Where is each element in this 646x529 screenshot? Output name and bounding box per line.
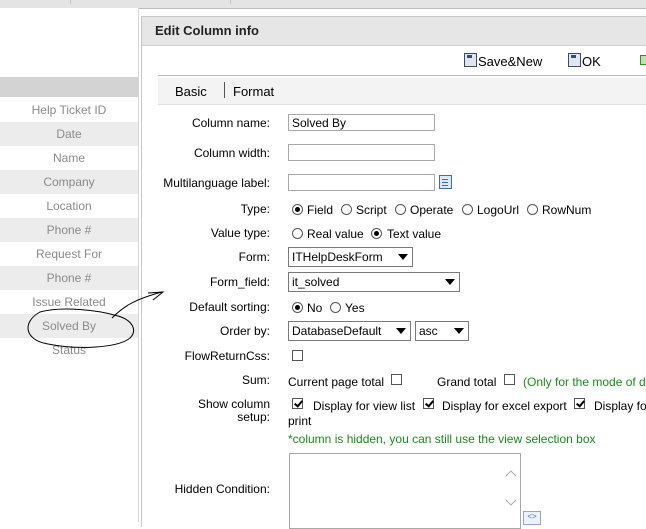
export-icon[interactable] [640,53,646,67]
form-field-select[interactable]: it_solved [288,272,460,292]
form-select[interactable]: ITHelpDeskForm [288,247,413,267]
chevron-down-icon [398,254,408,260]
grand-total-text: Grand total [437,375,497,389]
edit-column-dialog: Edit Column info Save&New OK Basic Forma… [141,16,646,529]
flow-return-css-checkbox[interactable] [292,350,303,361]
sum-note: (Only for the mode of de [523,375,646,389]
column-list-item[interactable]: Date [0,122,138,146]
sorting-yes-text: Yes [345,301,365,315]
top-tab-divider [230,0,245,4]
column-list-item[interactable]: Request For [0,242,138,266]
column-hidden-hint: *column is hidden, you can still use the… [288,432,596,446]
show-column-label-2: setup: [237,410,270,424]
order-by-label: Order by: [219,324,270,338]
type-label: Type: [240,202,270,216]
display-view-list-checkbox[interactable] [292,398,303,409]
value-type-label: Value type: [210,226,270,240]
form-field-label: Form_field: [209,275,270,289]
default-sorting-label: Default sorting: [189,300,270,314]
sum-label: Sum: [241,373,270,387]
column-list-panel: Help Ticket ID Date Name Company Locatio… [0,8,139,522]
current-page-total-checkbox[interactable] [391,374,402,385]
type-operate-text: Operate [410,203,454,217]
column-list-item[interactable]: Help Ticket ID [0,98,138,122]
type-operate-radio[interactable] [395,204,406,215]
top-tab-divider [70,0,85,4]
tab-separator [224,82,225,98]
column-name-label: Column name: [191,116,270,130]
grand-total-checkbox[interactable] [504,374,515,385]
type-script-text: Script [356,203,387,217]
condition-editor-icon[interactable]: <> [523,511,541,525]
display-print-checkbox[interactable] [574,398,585,409]
current-page-total-text: Current page total [288,375,385,389]
column-name-input[interactable] [288,114,435,131]
show-column-label-1: Show column [197,397,270,411]
form-label: Form: [238,250,270,264]
type-logourl-text: LogoUrl [477,203,520,217]
column-list-item[interactable]: Name [0,146,138,170]
real-value-radio[interactable] [292,228,303,239]
text-value-text: Text value [387,227,442,241]
column-list-item[interactable]: Phone # [0,266,138,290]
chevron-down-icon [454,328,464,334]
real-value-text: Real value [307,227,364,241]
flow-return-css-label: FlowReturnCss: [184,349,270,363]
save-icon [568,53,581,67]
column-list-header [0,77,138,97]
column-width-input[interactable] [288,144,435,161]
column-width-label: Column width: [193,146,270,160]
hidden-condition-textarea[interactable] [289,453,521,529]
type-field-text: Field [307,203,334,217]
tab-format[interactable]: Format [233,84,274,99]
display-print-text-2: print [288,414,312,428]
column-list-item[interactable]: Issue Related [0,290,138,314]
type-rownum-radio[interactable] [527,204,538,215]
column-list-item[interactable]: Location [0,194,138,218]
type-script-radio[interactable] [341,204,352,215]
display-excel-export-checkbox[interactable] [423,398,434,409]
dialog-title-bar: Edit Column info [142,17,646,46]
tab-basic[interactable]: Basic [175,84,207,99]
ok-button[interactable]: OK [568,53,601,69]
chevron-down-icon [445,279,455,285]
toolbar-divider [158,75,646,76]
dialog-title: Edit Column info [155,23,259,38]
column-list-item[interactable]: Phone # [0,218,138,242]
save-new-button[interactable]: Save&New [464,53,542,69]
scroll-down-icon[interactable] [505,494,517,506]
column-list-item-selected[interactable]: Solved By [0,314,138,338]
sorting-no-radio[interactable] [292,302,303,313]
display-print-text: Display fo [594,399,646,413]
display-view-list-text: Display for view list [313,399,416,413]
text-value-radio[interactable] [371,228,382,239]
scroll-up-icon[interactable] [505,470,517,482]
multilanguage-label: Multilanguage label: [163,176,270,190]
type-logourl-radio[interactable] [462,204,473,215]
chevron-down-icon [396,328,406,334]
tab-bar: Basic Format [158,78,646,105]
multilanguage-input[interactable] [288,174,435,191]
order-by-select[interactable]: DatabaseDefault [288,321,411,341]
multilanguage-edit-icon[interactable] [439,175,452,189]
sorting-yes-radio[interactable] [330,302,341,313]
type-field-radio[interactable] [292,204,303,215]
column-list-item[interactable]: Status [0,338,138,362]
order-direction-select[interactable]: asc [415,321,469,341]
save-icon [464,53,477,67]
sorting-no-text: No [307,301,323,315]
type-rownum-text: RowNum [542,203,592,217]
column-list-item[interactable]: Company [0,170,138,194]
hidden-condition-label: Hidden Condition: [174,482,270,496]
display-excel-export-text: Display for excel export [442,399,567,413]
